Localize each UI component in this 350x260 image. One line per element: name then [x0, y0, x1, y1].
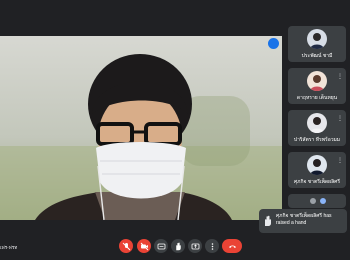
hand-icon — [175, 242, 181, 250]
captions-icon — [157, 243, 165, 249]
main-video-feed — [0, 36, 282, 220]
avatar — [307, 155, 327, 175]
avatar — [307, 71, 327, 91]
avatar — [310, 198, 316, 204]
more-vert-icon[interactable]: ⋮ — [337, 74, 343, 80]
avatar — [307, 113, 327, 133]
avatar — [320, 198, 326, 204]
camera-off-icon — [140, 242, 148, 250]
raised-hand-notification[interactable]: ศุภกิจ ชาตรีเพ็ดผลิศรี has raised a hand — [259, 209, 347, 233]
mic-off-icon — [122, 242, 130, 250]
participant-name: ดาฤหราย เต็นหยุน — [296, 95, 338, 101]
participant-name: ศุภกิจ ชาตรีเพ็ดผลิศรี — [293, 179, 341, 185]
avatar — [307, 29, 327, 49]
more-options-button[interactable] — [205, 239, 219, 253]
participant-tile[interactable]: ⋮ ดาฤหราย เต็นหยุน — [288, 68, 346, 104]
participant-name: ประพัฒน์ ชามี — [301, 53, 333, 59]
more-vert-icon[interactable]: ⋮ — [337, 158, 343, 164]
mic-off-button[interactable] — [119, 239, 133, 253]
phone-icon — [228, 245, 236, 248]
more-vert-icon[interactable]: ⋮ — [337, 116, 343, 122]
active-speaker-icon — [268, 38, 279, 49]
participant-tile[interactable]: ประพัฒน์ ชามี — [288, 26, 346, 62]
speaker-video-image — [0, 36, 282, 220]
meeting-status-label: เฟร-ฟรท — [0, 245, 18, 250]
camera-off-button[interactable] — [137, 239, 151, 253]
captions-button[interactable] — [154, 239, 168, 253]
participant-tile-partial[interactable] — [288, 194, 346, 208]
hand-icon — [265, 215, 271, 226]
participant-tile[interactable]: ⋮ ศุภกิจ ชาตรีเพ็ดผลิศรี — [288, 152, 346, 188]
participant-name: ปาริสัตรา ทีรพร้อวมม — [293, 137, 341, 143]
participant-tile[interactable]: ⋮ ปาริสัตรา ทีรพร้อวมม — [288, 110, 346, 146]
more-vert-icon — [211, 242, 213, 250]
end-call-button[interactable] — [222, 239, 242, 253]
notification-text: ศุภกิจ ชาตรีเพ็ดผลิศรี has raised a hand — [276, 213, 332, 226]
raise-hand-button[interactable] — [171, 239, 185, 253]
present-icon — [191, 243, 199, 249]
present-button[interactable] — [188, 239, 202, 253]
